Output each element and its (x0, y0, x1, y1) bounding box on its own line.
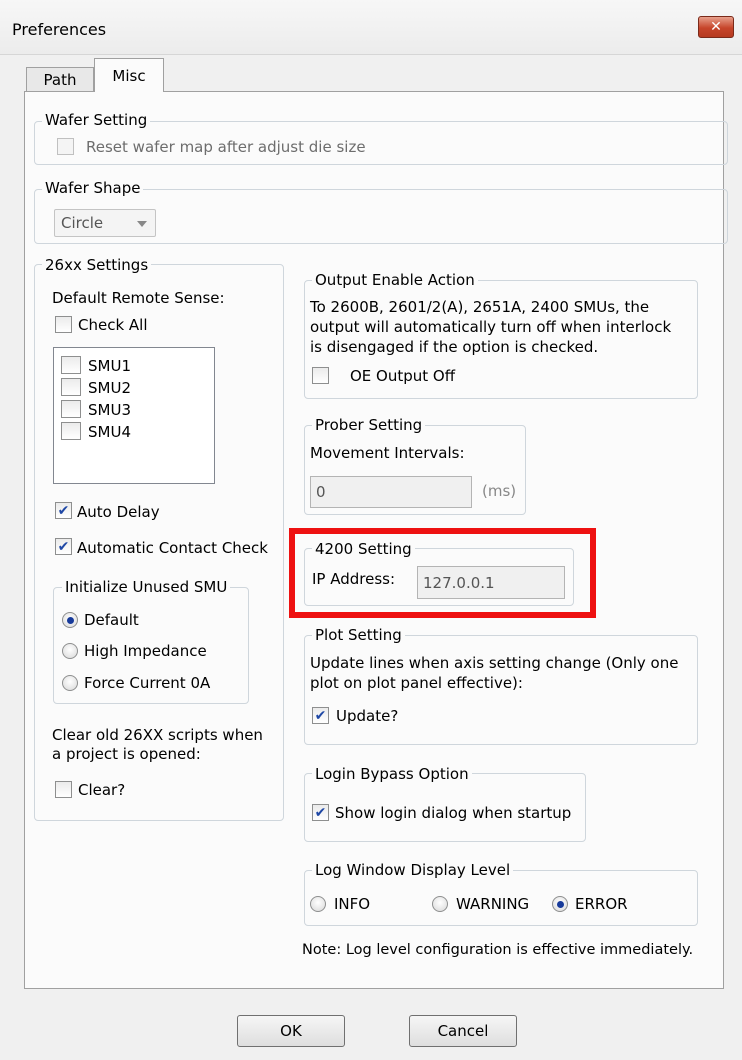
wafer-shape-legend: Wafer Shape (42, 179, 144, 197)
login-bypass-legend: Login Bypass Option (312, 765, 472, 783)
smu3-label: SMU3 (88, 401, 131, 419)
tab-path[interactable]: Path (26, 67, 94, 92)
update-label: Update? (336, 707, 399, 725)
unused-smu-force-current-label: Force Current 0A (84, 674, 211, 692)
log-window-legend: Log Window Display Level (312, 861, 514, 879)
wafer-shape-select[interactable]: Circle (54, 209, 156, 237)
clear-scripts-text-line1: Clear old 26XX scripts when (52, 726, 263, 744)
prober-setting-legend: Prober Setting (312, 416, 426, 434)
plot-setting-desc-line1: Update lines when axis setting change (O… (310, 654, 679, 672)
log-error-radio[interactable] (552, 896, 568, 912)
output-enable-desc-line1: To 2600B, 2601/2(A), 2651A, 2400 SMUs, t… (310, 298, 650, 316)
checkmark-icon: ✔ (57, 502, 70, 519)
log-level-note: Note: Log level configuration is effecti… (302, 942, 694, 958)
smu3-checkbox[interactable] (61, 400, 81, 418)
plot-setting-desc-line2: plot on plot panel effective): (310, 674, 523, 692)
log-warning-label: WARNING (456, 895, 530, 913)
show-login-checkbox[interactable]: ✔ (312, 804, 329, 821)
unused-smu-default-radio[interactable] (62, 612, 78, 628)
auto-delay-checkbox[interactable]: ✔ (55, 502, 72, 519)
window-title: Preferences (12, 20, 107, 39)
smu1-checkbox[interactable] (61, 356, 81, 374)
output-enable-desc-line2: output will automatically turn off when … (310, 318, 672, 336)
movement-intervals-input[interactable]: 0 (310, 476, 472, 508)
close-icon: ✕ (710, 19, 722, 35)
cancel-button-label: Cancel (437, 1022, 489, 1040)
smu4-label: SMU4 (88, 423, 131, 441)
oe-output-off-label: OE Output Off (350, 367, 456, 385)
movement-intervals-value: 0 (316, 483, 326, 501)
tab-misc[interactable]: Misc (94, 58, 164, 92)
wafer-shape-value: Circle (61, 214, 104, 232)
smu2-checkbox[interactable] (61, 378, 81, 396)
log-warning-radio[interactable] (432, 896, 448, 912)
remote-sense-label: Default Remote Sense: (52, 289, 225, 307)
log-info-radio[interactable] (310, 896, 326, 912)
output-enable-desc-line3: is disengaged if the option is checked. (310, 338, 599, 356)
clear-scripts-checkbox[interactable] (55, 781, 72, 798)
log-error-label: ERROR (575, 895, 628, 913)
radio-selected-dot (66, 616, 74, 624)
cancel-button[interactable]: Cancel (409, 1015, 517, 1047)
tab-misc-label: Misc (112, 66, 146, 85)
auto-contact-check-checkbox[interactable]: ✔ (55, 538, 72, 555)
show-login-label: Show login dialog when startup (335, 804, 572, 822)
clear-scripts-label: Clear? (78, 781, 126, 799)
smu1-label: SMU1 (88, 357, 131, 375)
unused-smu-default-label: Default (84, 611, 139, 629)
radio-selected-dot (556, 900, 564, 908)
wafer-setting-legend: Wafer Setting (42, 111, 151, 129)
ip-address-input[interactable]: 127.0.0.1 (417, 566, 565, 599)
close-button[interactable]: ✕ (698, 16, 734, 38)
checkmark-icon: ✔ (314, 707, 327, 724)
chevron-down-icon (137, 221, 147, 227)
ip-address-value: 127.0.0.1 (423, 573, 495, 592)
unused-smu-force-current-radio[interactable] (62, 675, 78, 691)
unused-smu-high-impedance-radio[interactable] (62, 643, 78, 659)
title-bar: Preferences ✕ (0, 0, 742, 54)
movement-intervals-unit: (ms) (482, 482, 517, 500)
update-checkbox[interactable]: ✔ (312, 707, 329, 724)
movement-intervals-label: Movement Intervals: (310, 444, 465, 462)
ok-button-label: OK (280, 1022, 302, 1040)
oe-output-off-checkbox[interactable] (312, 367, 329, 384)
plot-setting-legend: Plot Setting (312, 626, 405, 644)
clear-scripts-text-line2: a project is opened: (52, 745, 201, 763)
tab-path-label: Path (43, 71, 77, 89)
check-all-checkbox[interactable] (55, 316, 72, 333)
ok-button[interactable]: OK (237, 1015, 345, 1047)
ip-address-label: IP Address: (312, 570, 396, 588)
setting-4200-legend: 4200 Setting (312, 540, 415, 558)
log-info-label: INFO (334, 895, 371, 913)
check-all-label: Check All (78, 316, 148, 334)
unused-smu-high-impedance-label: High Impedance (84, 642, 207, 660)
smu2-label: SMU2 (88, 379, 131, 397)
auto-contact-check-label: Automatic Contact Check (77, 539, 268, 557)
reset-wafer-map-label: Reset wafer map after adjust die size (86, 138, 366, 156)
output-enable-legend: Output Enable Action (312, 271, 478, 289)
unused-smu-legend: Initialize Unused SMU (62, 578, 231, 596)
settings-26xx-legend: 26xx Settings (42, 256, 152, 274)
checkmark-icon: ✔ (57, 538, 70, 555)
reset-wafer-map-checkbox[interactable] (57, 138, 74, 155)
smu4-checkbox[interactable] (61, 422, 81, 440)
auto-delay-label: Auto Delay (77, 503, 160, 521)
checkmark-icon: ✔ (314, 804, 327, 821)
